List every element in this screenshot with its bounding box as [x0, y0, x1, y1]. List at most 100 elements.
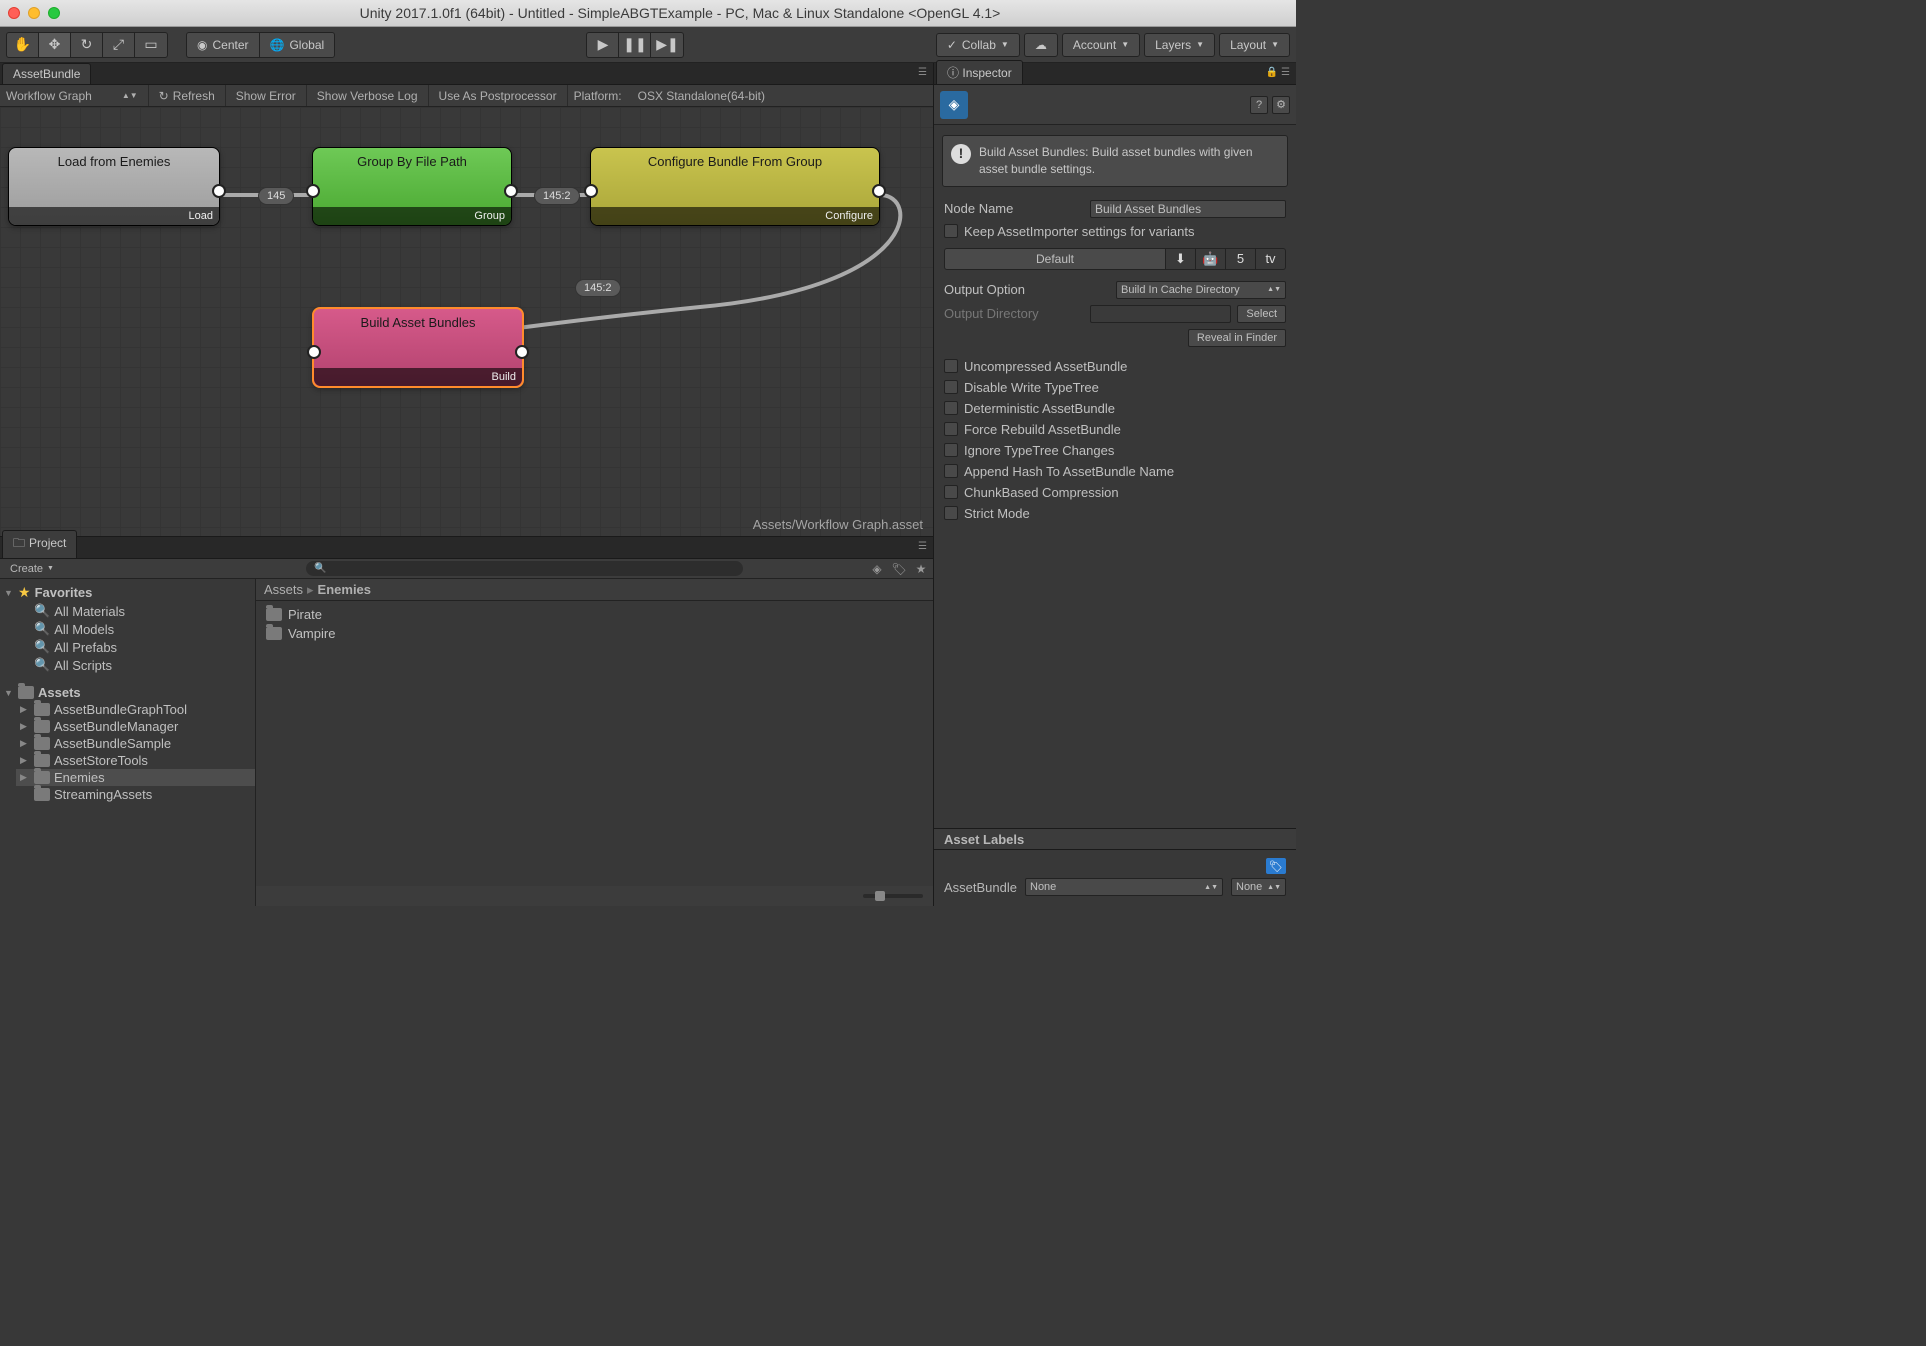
fav-all-models[interactable]: 🔍All Models: [16, 620, 255, 638]
collab-dropdown[interactable]: ✓ Collab ▼: [936, 33, 1020, 57]
rect-tool-icon[interactable]: ▭: [135, 33, 167, 57]
breadcrumb-item[interactable]: Assets: [264, 582, 303, 597]
folder-assetbundlegraphtool[interactable]: ▶AssetBundleGraphTool: [16, 701, 255, 718]
port-in[interactable]: [306, 184, 320, 198]
help-icon[interactable]: ?: [1250, 96, 1268, 114]
platform-download-icon[interactable]: ⬇: [1166, 248, 1196, 270]
fav-all-scripts[interactable]: 🔍All Scripts: [16, 656, 255, 674]
port-in[interactable]: [584, 184, 598, 198]
node-load-enemies[interactable]: Load from Enemies Load: [8, 147, 220, 226]
port-out[interactable]: [504, 184, 518, 198]
fav-all-prefabs[interactable]: 🔍All Prefabs: [16, 638, 255, 656]
asset-pirate[interactable]: Pirate: [256, 605, 933, 624]
hand-tool-icon[interactable]: ✋: [7, 33, 39, 57]
checkbox[interactable]: [944, 422, 958, 436]
node-build-bundles[interactable]: Build Asset Bundles Build: [312, 307, 524, 388]
panel-lock-icon[interactable]: 🔒 ☰: [1266, 67, 1290, 78]
opt-force-rebuild[interactable]: Force Rebuild AssetBundle: [934, 419, 1296, 440]
graph-mode-dropdown[interactable]: Workflow Graph ▲▼: [0, 85, 149, 106]
checkbox[interactable]: [944, 506, 958, 520]
account-dropdown[interactable]: Account ▼: [1062, 33, 1140, 57]
move-tool-icon[interactable]: ✥: [39, 33, 71, 57]
checkbox[interactable]: [944, 443, 958, 457]
folder-enemies[interactable]: ▶Enemies: [16, 769, 255, 786]
maximize-window-icon[interactable]: [48, 7, 60, 19]
center-button[interactable]: ◉ Center: [187, 33, 260, 57]
reveal-in-finder-button[interactable]: Reveal in Finder: [1188, 329, 1286, 347]
layout-dropdown[interactable]: Layout ▼: [1219, 33, 1290, 57]
gear-icon[interactable]: ⚙: [1272, 96, 1290, 114]
rotate-tool-icon[interactable]: ↻: [71, 33, 103, 57]
show-error-button[interactable]: Show Error: [226, 85, 307, 106]
checkbox[interactable]: [944, 224, 958, 238]
checkbox[interactable]: [944, 359, 958, 373]
fav-all-materials[interactable]: 🔍All Materials: [16, 602, 255, 620]
node-group-by-path[interactable]: Group By File Path Group: [312, 147, 512, 226]
minimize-window-icon[interactable]: [28, 7, 40, 19]
graph-canvas[interactable]: Load from Enemies Load Group By File Pat…: [0, 107, 933, 536]
tab-menu-icon[interactable]: ☰: [918, 541, 927, 552]
output-directory-input[interactable]: [1090, 305, 1231, 323]
checkbox[interactable]: [944, 485, 958, 499]
project-search-input[interactable]: 🔍: [306, 561, 743, 576]
keep-importer-row[interactable]: Keep AssetImporter settings for variants: [934, 221, 1296, 242]
checkbox[interactable]: [944, 380, 958, 394]
tab-assetbundle[interactable]: AssetBundle: [2, 63, 91, 84]
assets-root[interactable]: ▼ Assets: [0, 684, 255, 701]
tab-project[interactable]: 🗀Project: [2, 530, 77, 558]
opt-append-hash[interactable]: Append Hash To AssetBundle Name: [934, 461, 1296, 482]
port-out[interactable]: [515, 345, 529, 359]
project-tree[interactable]: ▼ ★ Favorites 🔍All Materials 🔍All Models…: [0, 579, 256, 906]
favorites-header[interactable]: ▼ ★ Favorites: [0, 583, 255, 602]
filter-type-icon[interactable]: ◈: [869, 562, 885, 576]
folder-assetbundlesample[interactable]: ▶AssetBundleSample: [16, 735, 255, 752]
tab-inspector[interactable]: ⓘ Inspector: [936, 60, 1023, 84]
cloud-button[interactable]: ☁: [1024, 33, 1058, 57]
platform-default-button[interactable]: Default: [944, 248, 1166, 270]
label-tag-icon[interactable]: 🏷: [1266, 858, 1286, 874]
platform-html5-icon[interactable]: 5: [1226, 248, 1256, 270]
output-option-dropdown[interactable]: Build In Cache Directory ▲▼: [1116, 281, 1286, 299]
platform-appletv-icon[interactable]: tv: [1256, 248, 1286, 270]
pause-button-icon[interactable]: ❚❚: [619, 33, 651, 57]
node-configure-bundle[interactable]: Configure Bundle From Group Configure: [590, 147, 880, 226]
port-in[interactable]: [307, 345, 321, 359]
assetbundle-name-dropdown[interactable]: None▲▼: [1025, 878, 1223, 896]
save-search-icon[interactable]: ★: [913, 562, 929, 576]
refresh-button[interactable]: ↻ Refresh: [149, 85, 226, 106]
platform-dropdown[interactable]: OSX Standalone(64-bit): [628, 85, 775, 106]
asset-list[interactable]: Pirate Vampire: [256, 601, 933, 886]
select-button[interactable]: Select: [1237, 305, 1286, 323]
assetbundle-variant-dropdown[interactable]: None▲▼: [1231, 878, 1286, 896]
layers-dropdown[interactable]: Layers ▼: [1144, 33, 1215, 57]
breadcrumb-item[interactable]: Enemies: [318, 582, 371, 597]
play-button-icon[interactable]: ▶: [587, 33, 619, 57]
checkbox[interactable]: [944, 464, 958, 478]
port-out[interactable]: [212, 184, 226, 198]
global-button[interactable]: 🌐 Global: [260, 33, 335, 57]
show-verbose-button[interactable]: Show Verbose Log: [307, 85, 429, 106]
search-icon: 🔍: [34, 621, 50, 637]
node-name-input[interactable]: Build Asset Bundles: [1090, 200, 1286, 218]
folder-assetstoretools[interactable]: ▶AssetStoreTools: [16, 752, 255, 769]
opt-deterministic[interactable]: Deterministic AssetBundle: [934, 398, 1296, 419]
checkbox[interactable]: [944, 401, 958, 415]
folder-assetbundlemanager[interactable]: ▶AssetBundleManager: [16, 718, 255, 735]
filter-label-icon[interactable]: 🏷: [891, 562, 907, 576]
opt-uncompressed[interactable]: Uncompressed AssetBundle: [934, 356, 1296, 377]
use-postprocessor-button[interactable]: Use As Postprocessor: [429, 85, 568, 106]
thumbnail-size-slider[interactable]: [256, 886, 933, 906]
step-button-icon[interactable]: ▶❚: [651, 33, 683, 57]
opt-ignore-typetree[interactable]: Ignore TypeTree Changes: [934, 440, 1296, 461]
opt-disable-typetree[interactable]: Disable Write TypeTree: [934, 377, 1296, 398]
opt-strict[interactable]: Strict Mode: [934, 503, 1296, 524]
close-window-icon[interactable]: [8, 7, 20, 19]
tab-menu-icon[interactable]: ☰: [918, 67, 927, 78]
asset-vampire[interactable]: Vampire: [256, 624, 933, 643]
create-dropdown[interactable]: Create ▼: [4, 563, 60, 575]
folder-streamingassets[interactable]: StreamingAssets: [16, 786, 255, 803]
scale-tool-icon[interactable]: ⤢: [103, 33, 135, 57]
opt-chunkbased[interactable]: ChunkBased Compression: [934, 482, 1296, 503]
platform-android-icon[interactable]: 🤖: [1196, 248, 1226, 270]
port-out[interactable]: [872, 184, 886, 198]
